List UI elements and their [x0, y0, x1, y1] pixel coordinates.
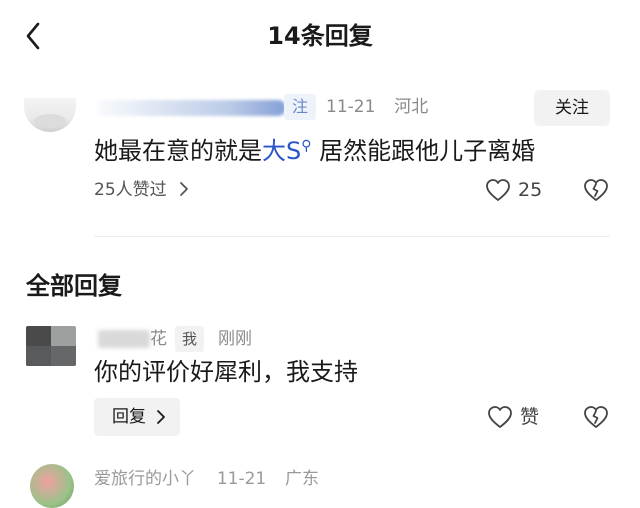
section-title: 全部回复 [26, 272, 122, 300]
broken-heart-icon [584, 179, 608, 201]
like-button[interactable] [486, 403, 514, 431]
comment-text-after: 居然能跟他儿子离婚 [311, 137, 536, 165]
next-location: 广东 [285, 469, 320, 489]
like-count: 25 [518, 179, 543, 201]
next-username: 爱旅行的小丫 [94, 469, 196, 489]
dislike-button[interactable] [582, 403, 610, 431]
page-title: 14条回复 [267, 22, 373, 50]
avatar[interactable] [30, 464, 74, 508]
me-badge: 我 [175, 326, 205, 352]
search-mini-icon: ⚲ [301, 138, 312, 154]
reply-time: 刚刚 [218, 329, 252, 349]
search-link-text: 大S [262, 137, 302, 165]
likes-summary-link[interactable]: 25人赞过 [94, 178, 190, 202]
follow-button[interactable]: 关注 [534, 90, 610, 126]
username-blurred [96, 100, 286, 116]
likes-summary: 25人赞过 [94, 180, 167, 200]
chevron-right-icon [180, 182, 188, 196]
like-label: 赞 [520, 406, 540, 428]
search-link[interactable]: 大S⚲ [262, 137, 312, 165]
dislike-button[interactable] [582, 176, 610, 204]
like-button[interactable] [484, 176, 512, 204]
comment-meta: 11-21 河北 [326, 94, 428, 120]
comment-text-before: 她最在意的就是 [94, 137, 262, 165]
heart-icon [486, 179, 510, 201]
main-comment-text: 她最在意的就是大S⚲ 居然能跟他儿子离婚 [94, 128, 535, 169]
broken-heart-icon [584, 406, 608, 428]
next-comment-meta: 爱旅行的小丫 11-21 广东 [94, 466, 319, 492]
username-blurred [98, 330, 150, 348]
reply-username-partial: 花 [150, 329, 167, 349]
avatar[interactable] [26, 326, 76, 366]
reply-text: 你的评价好犀利，我支持 [94, 358, 358, 386]
reply-button[interactable]: 回复 [94, 398, 180, 436]
comment-location: 河北 [394, 97, 429, 117]
comment-date: 11-21 [326, 97, 376, 117]
follow-tag: 注 [284, 94, 317, 120]
avatar[interactable] [24, 98, 76, 132]
heart-icon [488, 406, 512, 428]
divider [94, 236, 610, 237]
reply-button-label: 回复 [112, 407, 146, 427]
next-date: 11-21 [216, 469, 267, 489]
chevron-right-icon [157, 410, 165, 424]
